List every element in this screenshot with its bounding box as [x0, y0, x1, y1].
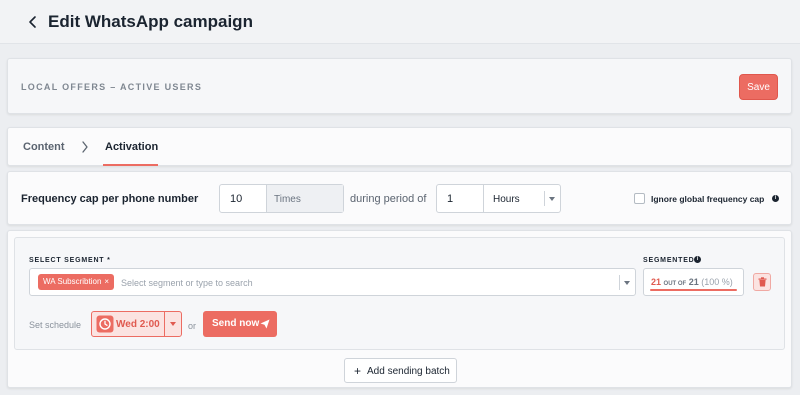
segmented-progress-bar: [650, 289, 737, 291]
times-suffix: Times: [266, 185, 343, 212]
chevron-right-icon: [82, 141, 88, 153]
send-now-label: Send now: [212, 318, 260, 329]
out-of-label: OUT OF: [663, 281, 687, 287]
schedule-button[interactable]: Wed 2:00: [91, 311, 182, 337]
close-icon[interactable]: ×: [104, 277, 109, 286]
segment-tag: WA Subscribtion ×: [38, 274, 115, 290]
frequency-cap-card: Frequency cap per phone number Times dur…: [7, 171, 792, 225]
segment-select[interactable]: WA Subscribtion × Select segment or type …: [29, 268, 636, 296]
sending-batches-card: SELECT SEGMENT * WA Subscribtion × Select…: [7, 230, 792, 388]
chevron-left-icon[interactable]: [26, 14, 40, 30]
add-sending-batch-button[interactable]: + Add sending batch: [344, 358, 457, 383]
segment-tag-label: WA Subscribtion: [43, 277, 102, 286]
info-icon[interactable]: i: [772, 195, 779, 202]
select-divider: [619, 275, 620, 290]
sending-batch: SELECT SEGMENT * WA Subscribtion × Select…: [14, 237, 785, 350]
segment-search-placeholder[interactable]: Select segment or type to search: [121, 278, 253, 288]
select-divider: [544, 191, 545, 206]
segmented-count: 21: [651, 277, 662, 287]
delete-batch-button[interactable]: [753, 273, 771, 291]
tab-activation[interactable]: Activation: [105, 141, 158, 153]
tabs-bar: Content Activation: [7, 127, 792, 166]
ignore-global-cap-checkbox[interactable]: [634, 193, 645, 204]
tab-content[interactable]: Content: [23, 141, 65, 153]
info-icon[interactable]: i: [694, 256, 701, 263]
select-segment-label: SELECT SEGMENT *: [29, 257, 111, 264]
add-sending-batch-label: Add sending batch: [367, 366, 450, 377]
plus-icon: +: [354, 364, 362, 378]
clock-icon: [96, 315, 114, 333]
active-tab-indicator: [103, 164, 158, 166]
segmented-label: SEGMENTED: [643, 257, 695, 264]
or-label: or: [188, 321, 197, 331]
campaign-name: LOCAL OFFERS – ACTIVE USERS: [21, 82, 203, 92]
segmented-count-text: 21 OUT OF 21 (100 %): [651, 277, 733, 287]
period-input-group: Hours: [436, 184, 561, 213]
set-schedule-label: Set schedule: [29, 320, 82, 330]
page-header: Edit WhatsApp campaign: [0, 0, 800, 44]
caret-down-icon: [170, 322, 176, 326]
send-icon: [260, 319, 270, 329]
page-title: Edit WhatsApp campaign: [48, 12, 253, 31]
trash-icon: [758, 277, 767, 287]
segmented-count-box: 21 OUT OF 21 (100 %): [643, 268, 744, 296]
caret-down-icon[interactable]: [624, 281, 630, 285]
schedule-dropdown[interactable]: [164, 312, 181, 336]
caret-down-icon: [549, 197, 555, 201]
period-input[interactable]: [437, 185, 483, 212]
frequency-cap-label: Frequency cap per phone number: [21, 193, 199, 205]
times-input[interactable]: [220, 185, 266, 212]
send-now-button[interactable]: Send now: [203, 311, 277, 337]
during-label: during period of: [350, 193, 427, 205]
period-unit-value: Hours: [493, 194, 520, 205]
times-input-group: Times: [219, 184, 344, 213]
total-count: 21: [688, 277, 699, 287]
ignore-global-cap-label: Ignore global frequency cap: [651, 194, 765, 204]
period-unit-select[interactable]: Hours: [483, 185, 560, 212]
segmented-percent: (100 %): [701, 277, 733, 287]
campaign-card: LOCAL OFFERS – ACTIVE USERS Save: [7, 58, 792, 114]
save-button[interactable]: Save: [739, 74, 778, 100]
schedule-value: Wed 2:00: [116, 319, 160, 330]
